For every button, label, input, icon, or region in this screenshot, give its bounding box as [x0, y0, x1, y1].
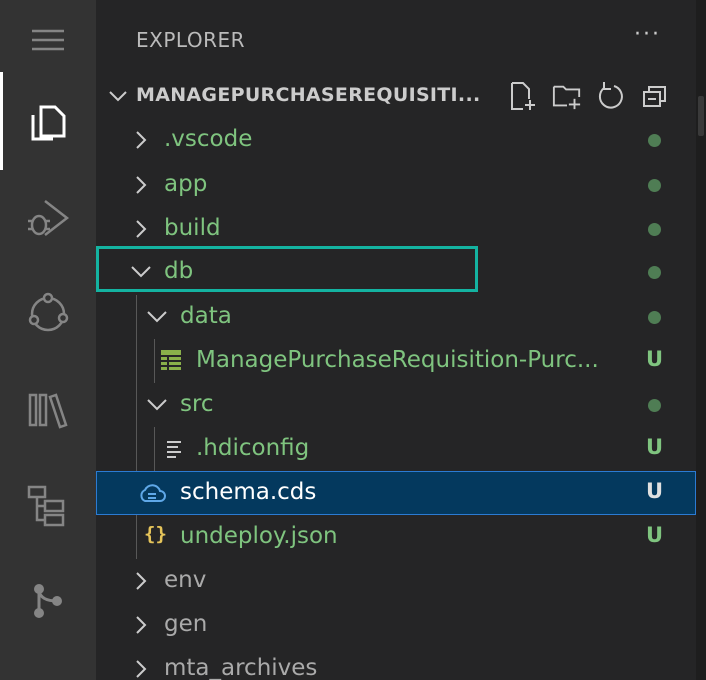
refresh-icon[interactable] — [596, 80, 626, 112]
collapse-all-icon[interactable] — [640, 80, 670, 112]
tree-item-label: undeploy.json — [180, 523, 338, 549]
chevron-down-icon — [147, 399, 167, 411]
tree-item-env[interactable]: env — [96, 559, 696, 603]
explorer-icon[interactable] — [0, 74, 96, 170]
git-status-badge: U — [646, 523, 664, 547]
chevron-right-icon — [136, 660, 147, 678]
tree-item-label: env — [164, 567, 207, 593]
status-dot — [648, 223, 661, 236]
chevron-right-icon — [136, 131, 147, 149]
git-graph-icon[interactable] — [0, 552, 96, 648]
tree-item-mta-archives[interactable]: mta_archives — [96, 647, 696, 680]
tree-item-label: gen — [164, 611, 208, 637]
cds-file-icon — [140, 484, 166, 502]
git-status-badge: U — [646, 347, 664, 371]
tree-item-undeploy-json[interactable]: {} undeploy.json U — [96, 515, 696, 559]
activity-bar — [0, 0, 96, 680]
tree-item-label: schema.cds — [180, 479, 317, 505]
status-dot — [648, 311, 661, 324]
tree-item-label: .hdiconfig — [196, 435, 310, 461]
git-status-badge: U — [646, 479, 664, 503]
tree-item-label: mta_archives — [164, 655, 318, 680]
tree-item-schema-cds[interactable]: schema.cds U — [96, 471, 696, 515]
scrollbar-thumb[interactable] — [698, 96, 704, 136]
tree-item-gen[interactable]: gen — [96, 603, 696, 647]
db-highlight-box — [96, 246, 478, 292]
explorer-sidebar: EXPLORER ··· MANAGEPURCHASEREQUISITI... … — [96, 0, 696, 680]
tree-item-data[interactable]: data — [96, 295, 696, 339]
explorer-title: EXPLORER — [136, 28, 245, 52]
workspace-name: MANAGEPURCHASEREQUISITI... — [136, 84, 481, 106]
tree-item-label: app — [164, 171, 208, 197]
tree-item-src[interactable]: src — [96, 383, 696, 427]
tree-item-label: build — [164, 215, 221, 241]
source-control-icon[interactable] — [0, 266, 96, 362]
more-actions-icon[interactable]: ··· — [634, 22, 661, 47]
workspace-section-header[interactable]: MANAGEPURCHASEREQUISITI... — [96, 74, 696, 118]
new-folder-icon[interactable] — [552, 80, 582, 112]
tree-item-label: src — [180, 391, 214, 417]
sap-tree-icon[interactable] — [0, 458, 96, 554]
chevron-right-icon — [136, 220, 147, 238]
table-file-icon — [161, 350, 181, 370]
extensions-icon[interactable] — [0, 362, 96, 458]
tree-item-vscode[interactable]: .vscode — [96, 118, 696, 162]
status-dot — [648, 179, 661, 192]
status-dot — [648, 134, 661, 147]
json-file-icon: {} — [144, 523, 167, 545]
scrollbar[interactable] — [696, 0, 706, 680]
chevron-right-icon — [136, 616, 147, 634]
chevron-right-icon — [136, 572, 147, 590]
chevron-down-icon — [109, 91, 127, 102]
header-actions — [508, 80, 670, 112]
tree-item-csv-file[interactable]: ManagePurchaseRequisition-Purc... U — [96, 339, 696, 383]
git-status-badge: U — [646, 435, 664, 459]
tree-item-label: ManagePurchaseRequisition-Purc... — [196, 347, 599, 373]
tree-item-label: .vscode — [164, 126, 253, 152]
status-dot — [648, 266, 661, 279]
tree-item-hdiconfig[interactable]: .hdiconfig U — [96, 427, 696, 471]
chevron-down-icon — [147, 311, 167, 323]
text-file-icon — [167, 441, 181, 458]
run-debug-icon[interactable] — [0, 170, 96, 266]
tree-item-build[interactable]: build — [96, 207, 696, 251]
status-dot — [648, 399, 661, 412]
tree-item-label: data — [180, 303, 232, 329]
new-file-icon[interactable] — [508, 80, 538, 112]
chevron-right-icon — [136, 176, 147, 194]
tree-item-app[interactable]: app — [96, 163, 696, 207]
